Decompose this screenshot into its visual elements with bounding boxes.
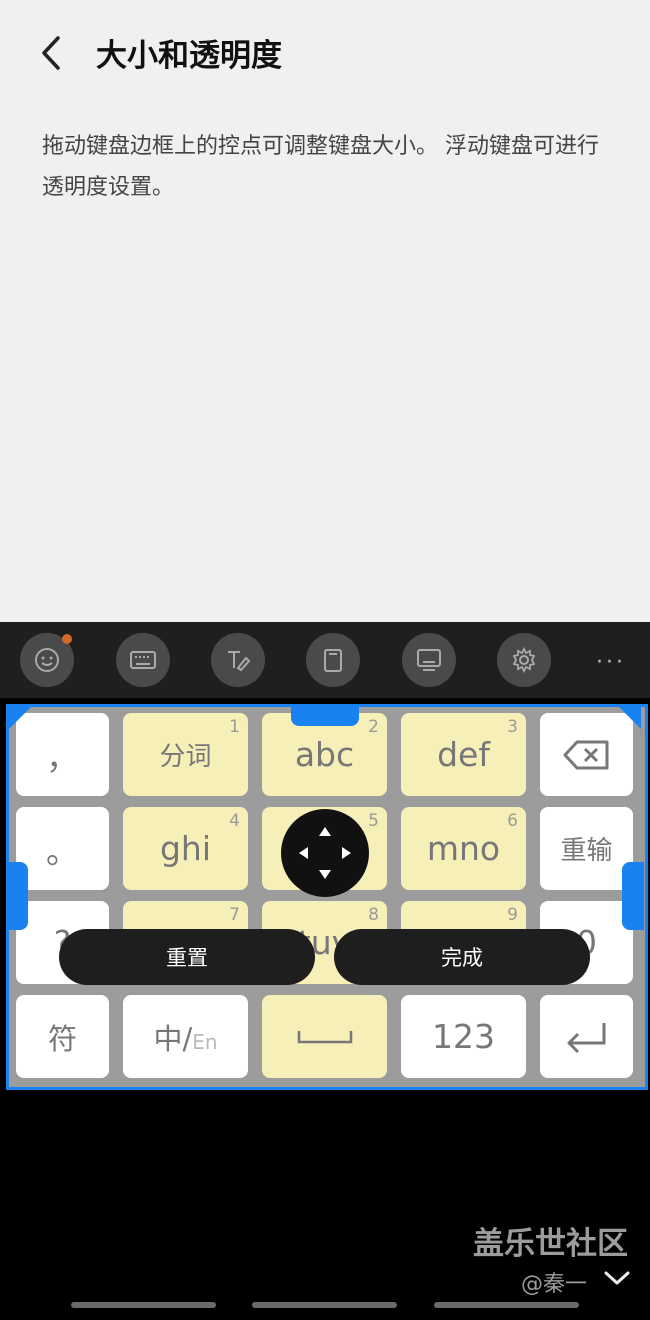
resize-handle-top[interactable] (291, 706, 359, 726)
key-label: 123 (432, 1017, 495, 1056)
key-number: 7 (229, 905, 240, 925)
page-title: 大小和透明度 (96, 38, 282, 74)
key-4[interactable]: 4 ghi (123, 807, 248, 890)
nav-bar-center[interactable] (252, 1302, 397, 1308)
keyboard-toolbar (0, 622, 650, 698)
key-label: 。 (46, 831, 79, 871)
description-text: 拖动键盘边框上的控点可调整键盘大小。 浮动键盘可进行透明度设置。 (42, 134, 599, 200)
symbol-key[interactable]: 符 (16, 995, 109, 1078)
move-handle[interactable] (281, 809, 369, 897)
enter-icon (567, 1022, 605, 1053)
watermark: 盖乐世社区 (473, 1226, 628, 1262)
settings-icon[interactable] (497, 633, 551, 687)
key-number: 8 (368, 905, 379, 925)
key-label: ghi (159, 829, 212, 868)
key-label: mno (426, 829, 501, 868)
keyboard-icon[interactable] (116, 633, 170, 687)
resize-handle-left[interactable] (6, 862, 28, 930)
key-number: 1 (229, 717, 240, 737)
nav-bar-right[interactable] (434, 1302, 579, 1308)
key-number: 9 (507, 905, 518, 925)
key-label: 中/ (153, 1021, 193, 1056)
handwriting-icon[interactable] (211, 633, 265, 687)
key-number: 6 (507, 811, 518, 831)
resize-corner-top-right[interactable] (617, 707, 641, 731)
key-6[interactable]: 6 mno (401, 807, 526, 890)
key-label-en: En (192, 1029, 218, 1054)
more-icon[interactable]: ··· (596, 650, 626, 675)
collapse-keyboard-icon[interactable] (602, 1270, 632, 1286)
done-button[interactable]: 完成 (334, 929, 590, 985)
numbers-key[interactable]: 123 (401, 995, 526, 1078)
key-label: 分词 (159, 742, 212, 772)
key-label: abc (294, 735, 355, 774)
enter-key[interactable] (540, 995, 633, 1078)
notification-dot (62, 634, 72, 644)
reenter-key[interactable]: 重输 (540, 807, 633, 890)
key-1[interactable]: 1 分词 (123, 713, 248, 796)
key-label: ， (46, 737, 79, 777)
space-key[interactable] (262, 995, 387, 1078)
clipboard-icon[interactable] (306, 633, 360, 687)
key-label: 符 (47, 1021, 77, 1056)
key-number: 4 (229, 811, 240, 831)
reset-button[interactable]: 重置 (59, 929, 315, 985)
nav-bar-left[interactable] (71, 1302, 216, 1308)
period-key[interactable]: 。 (16, 807, 109, 890)
watermark-author: @秦一 (521, 1272, 588, 1297)
keyboard-mode-icon[interactable] (402, 633, 456, 687)
key-label: def (437, 735, 490, 774)
space-icon (297, 1030, 352, 1043)
move-arrows-icon (299, 827, 351, 879)
chevron-left-icon[interactable] (30, 28, 74, 78)
resize-handle-right[interactable] (622, 862, 644, 930)
resize-corner-top-left[interactable] (9, 707, 33, 731)
content-area: 大小和透明度 拖动键盘边框上的控点可调整键盘大小。 浮动键盘可进行透明度设置。 (0, 0, 650, 622)
backspace-icon (563, 740, 608, 769)
key-label: 重输 (560, 836, 613, 866)
key-3[interactable]: 3 def (401, 713, 526, 796)
key-number: 5 (368, 811, 379, 831)
key-number: 2 (368, 717, 379, 737)
language-key[interactable]: 中/ En (123, 995, 248, 1078)
key-number: 3 (507, 717, 518, 737)
